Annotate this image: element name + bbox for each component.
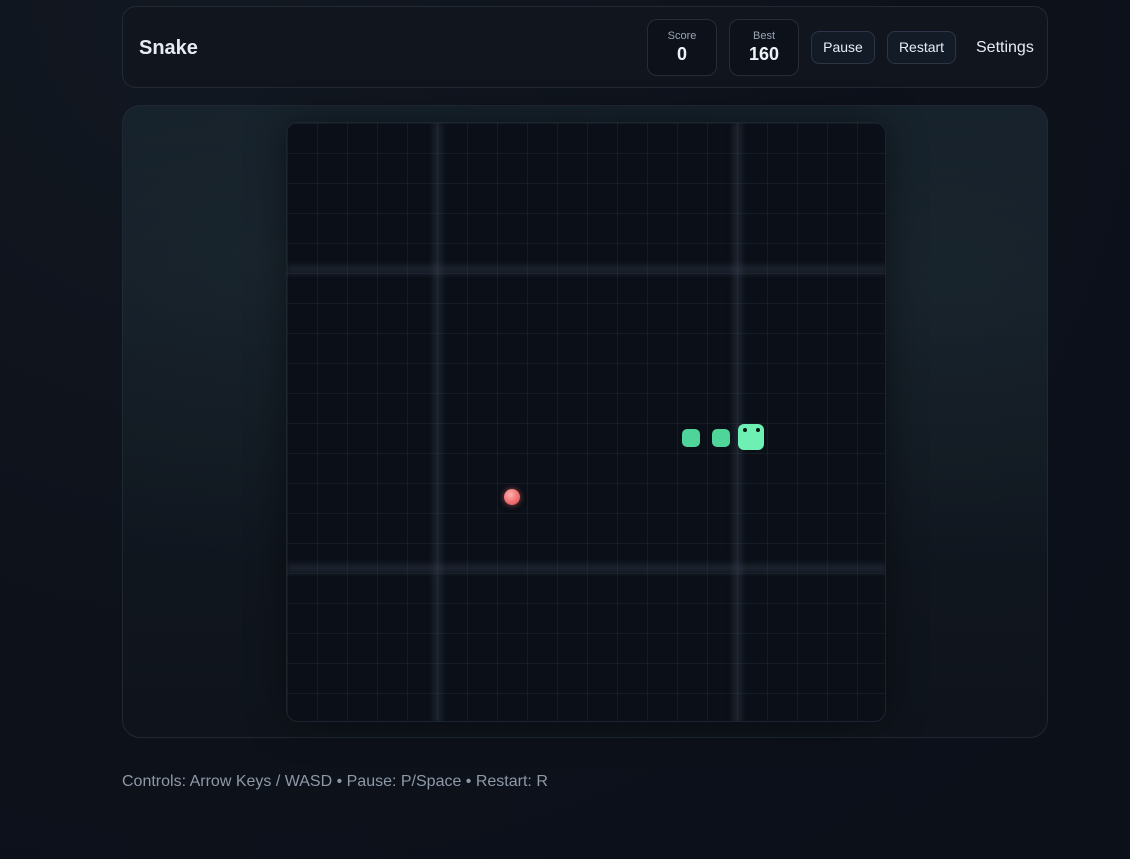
score-value: 0	[676, 44, 687, 64]
grid-divider-vertical	[433, 123, 442, 721]
best-box: Best 160	[729, 19, 799, 76]
snake-eye-icon	[756, 428, 760, 432]
restart-button[interactable]: Restart	[887, 31, 956, 64]
snake-head	[738, 424, 764, 450]
pause-button[interactable]: Pause	[811, 31, 875, 64]
snake-body-segment	[682, 429, 700, 447]
grid-divider-vertical	[733, 123, 742, 721]
grid-divider-horizontal	[287, 265, 885, 274]
game-board[interactable]	[286, 122, 886, 722]
score-label: Score	[667, 30, 697, 42]
snake-body-segment	[712, 429, 730, 447]
top-bar: Snake Score 0 Best 160 Pause Restart Set…	[122, 6, 1048, 88]
best-label: Best	[752, 30, 775, 42]
snake-eye-icon	[743, 428, 747, 432]
controls-hint: Controls: Arrow Keys / WASD • Pause: P/S…	[122, 773, 548, 790]
grid-divider-horizontal	[287, 564, 885, 573]
best-value: 160	[748, 44, 780, 64]
score-box: Score 0	[647, 19, 717, 76]
game-title: Snake	[139, 37, 198, 59]
food-apple	[504, 489, 520, 505]
settings-link[interactable]: Settings	[976, 39, 1034, 57]
